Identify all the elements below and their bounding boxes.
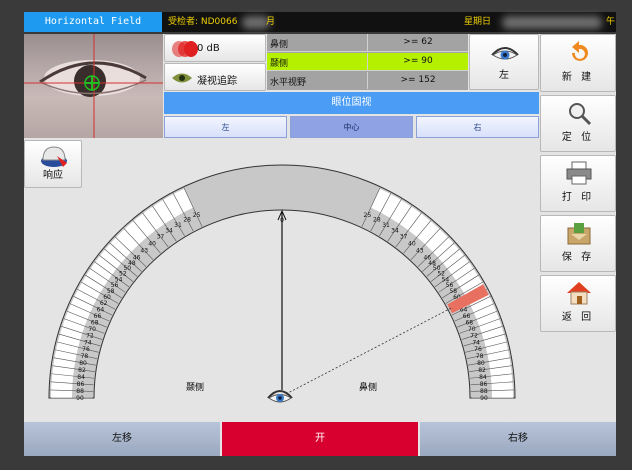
- gauge-tick-label: 25: [193, 212, 201, 219]
- gauge-tick-label: 28: [373, 217, 381, 224]
- gauge-tick-label: 43: [140, 247, 148, 254]
- perimeter-gauge: 25 2528 2831 3134 3437 3740 4043 4346 4648 4850 50…: [48, 164, 516, 403]
- gauge-tick-label: 34: [165, 228, 173, 235]
- gauge-eye-icon: [267, 390, 293, 403]
- gauge-nasal-label: 鼻侧: [359, 381, 377, 393]
- gauge-tick-label: 82: [478, 367, 486, 374]
- gauge-tick-label: 90: [76, 395, 84, 402]
- gauge-temporal-label: 颞侧: [186, 381, 204, 393]
- gauge-tick-label: 28: [183, 217, 191, 224]
- gauge-tick-label: 90: [480, 395, 488, 402]
- gauge-tick-label: 40: [148, 240, 156, 247]
- gauge-tick-label: 80: [79, 360, 87, 367]
- gauge-tick-label: 82: [78, 367, 86, 374]
- gauge-tick-label: 88: [76, 388, 84, 395]
- gauge-tick-label: 84: [77, 374, 85, 381]
- gauge-sight-line: [285, 307, 452, 395]
- gauge-tick-label: 86: [77, 381, 85, 388]
- gauge-tick-label: 37: [157, 234, 165, 241]
- gauge-tick-label: 34: [391, 228, 399, 235]
- start-button[interactable]: 开: [222, 422, 418, 456]
- gauge-tick-label: 43: [416, 247, 424, 254]
- gauge-tick-label: 31: [174, 222, 182, 229]
- gauge-tick-label: 37: [400, 234, 408, 241]
- gauge-tick-label: 80: [477, 360, 485, 367]
- gauge-tick-label: 25: [364, 212, 372, 219]
- gauge-tick-label: 84: [479, 374, 487, 381]
- gauge-center-tick: 0: [280, 217, 284, 224]
- gauge-tick-label: 31: [382, 222, 390, 229]
- gauge-tick-label: 86: [480, 381, 488, 388]
- gauge-tick-label: 40: [408, 240, 416, 247]
- gauge-tick-label: 88: [480, 388, 488, 395]
- move-right-button[interactable]: 右移: [420, 422, 616, 456]
- move-left-button[interactable]: 左移: [24, 422, 220, 456]
